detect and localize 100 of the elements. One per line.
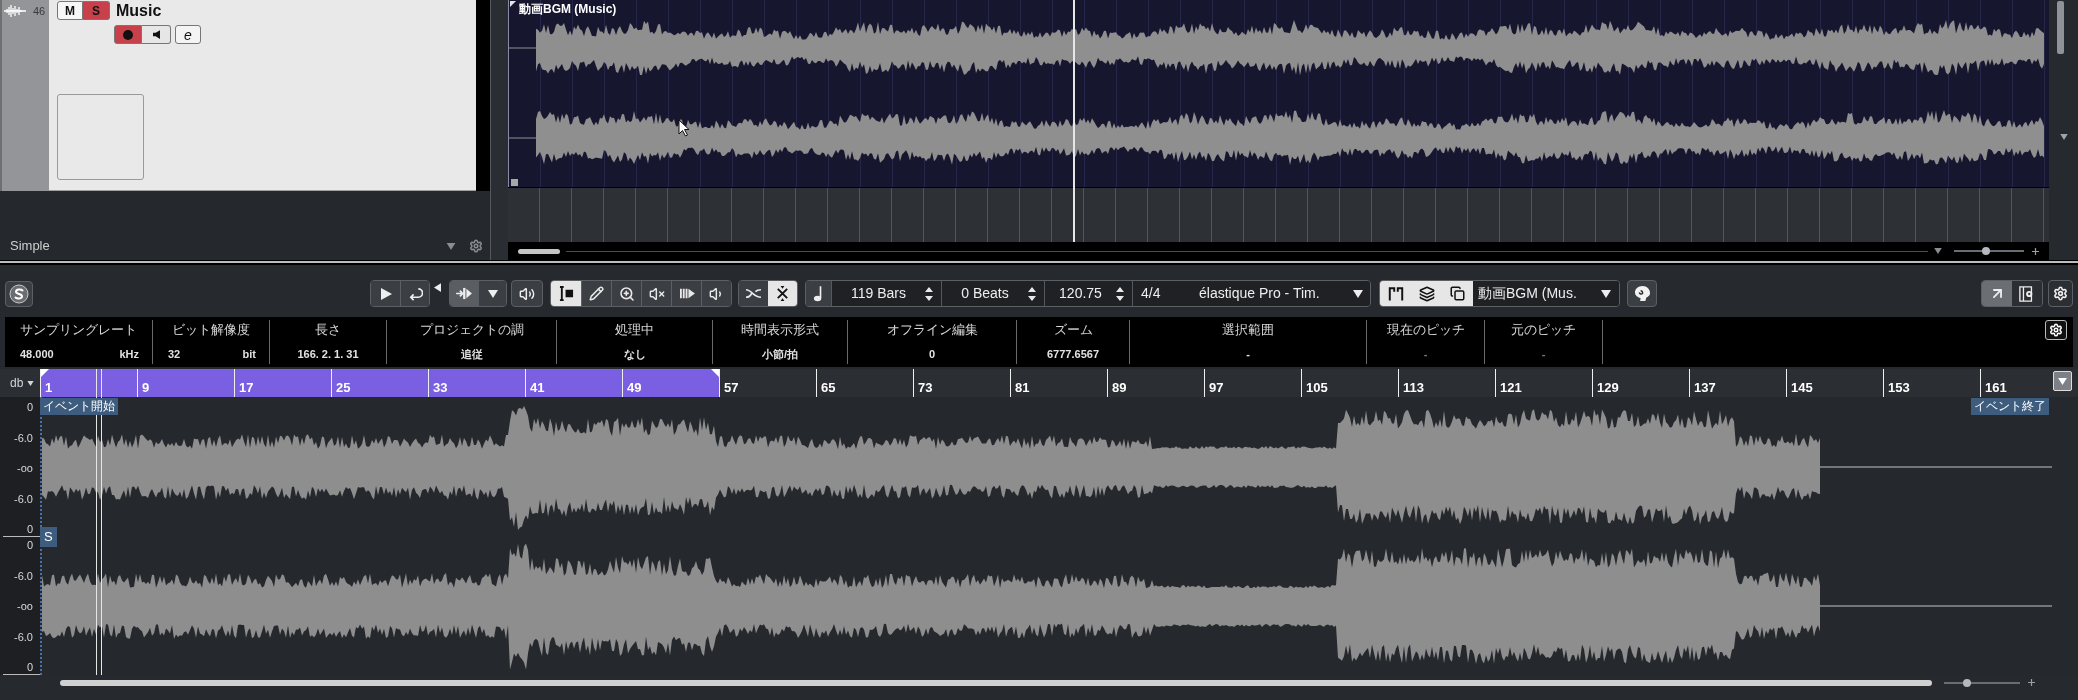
info-value: - [1246,347,1250,361]
level-label: -oo [17,461,33,475]
scrollbar-thumb[interactable] [518,248,560,254]
audition-button[interactable] [701,281,731,306]
algorithm-dropdown[interactable]: élastique Pro - Tim. [1177,281,1370,306]
layers-icon [1418,285,1435,302]
info-value: 小節/拍 [761,347,799,361]
locator-marker-icon [711,369,719,377]
bar-number: 161 [1985,380,2007,395]
info-label: 時間表示形式 [740,322,820,338]
head-profile-icon [1633,285,1651,302]
ruler-menu-button[interactable] [2053,371,2072,391]
info-label: 長さ [314,322,342,338]
event-start-tag: イベント開始 [40,398,118,415]
record-enable-button[interactable] [114,25,142,44]
event-title: 動画BGM (Music) [519,0,617,17]
edit-channel-button[interactable]: e [175,25,201,44]
zoom-button[interactable] [611,281,641,306]
split-menu-button[interactable] [479,281,506,306]
bar-number: 33 [433,380,448,395]
info-value: 32 [168,347,181,361]
object-select-button[interactable] [551,281,581,306]
settings-icon[interactable] [469,239,483,253]
level-label: -oo [17,599,33,613]
bar-number: 145 [1791,380,1813,395]
snap-button[interactable] [768,281,797,306]
bar-number: 137 [1694,380,1716,395]
audio-waveform-icon [4,5,26,17]
settings-button[interactable] [2045,320,2067,340]
musical-mode-button[interactable] [806,281,831,306]
spin-field[interactable]: 0 Beats [941,281,1044,306]
bracket-view-button[interactable] [1380,281,1411,306]
pencil-button[interactable] [581,281,611,306]
loop-arrow-icon [407,286,423,301]
bar-number: 25 [336,380,351,395]
logo-button[interactable] [5,280,33,307]
play-icon [378,286,393,301]
crossfade-button[interactable] [739,281,768,306]
bar-number: 17 [239,380,254,395]
audio-event[interactable]: 動画BGM (Music) [508,0,2049,187]
speaker-button[interactable] [511,280,543,307]
copy-icon [1450,286,1465,301]
zoom-slider-knob[interactable] [1981,247,1990,255]
info-label: オフライン編集 [885,322,979,338]
bar-number: 9 [142,380,150,395]
bar-number: 73 [918,380,933,395]
zoom-slider[interactable] [1944,681,2020,684]
logo-icon [9,283,29,304]
dropdown-triangle-icon [2059,134,2068,140]
event-end-tag: イベント終了 [1971,398,2049,415]
info-label: 選択範囲 [1221,322,1275,338]
record-dot-icon [123,29,133,40]
event-dropdown[interactable]: 動画BGM (Mus. [1473,281,1619,306]
zoom-icon [618,285,635,302]
info-unit: bit [242,347,256,361]
spin-field[interactable]: 119 Bars [831,281,941,306]
solo-button[interactable]: S [83,1,110,20]
speaker-icon [519,285,535,302]
track-name: Music [116,1,162,20]
text-field[interactable]: 4/4 [1132,281,1177,306]
vertical-scrollbar-thumb[interactable] [2057,1,2064,54]
resize-handle-icon[interactable] [511,179,518,186]
preset-label[interactable]: Simple [10,238,50,254]
info-value: 追従 [460,347,483,361]
bar-number: 153 [1888,380,1910,395]
window-settings-button[interactable] [2012,281,2042,306]
dropdown-triangle-icon [446,242,456,250]
mute-tool-button[interactable] [641,281,671,306]
snap-point-tag[interactable]: S [40,527,57,547]
bar-number: 65 [821,380,836,395]
bar-number: 57 [724,380,739,395]
play-button[interactable] [371,281,400,306]
info-value: 6777.6567 [1047,347,1099,361]
copy-button[interactable] [1442,281,1473,306]
bar-number: 121 [1500,380,1522,395]
info-label: ズーム [1052,322,1094,338]
left-triangle-icon [434,283,441,292]
loop-button[interactable] [400,281,429,306]
head-profile-button[interactable] [1627,280,1657,307]
settings-icon [2049,323,2063,337]
level-label: -6.0 [14,629,33,644]
zoom-in-icon [2028,679,2035,686]
open-window-button[interactable] [1982,281,2012,306]
spin-field[interactable]: 120.75 [1044,281,1132,306]
settings-button[interactable] [2048,280,2073,307]
zoom-slider-knob[interactable] [1962,678,1971,687]
speaker-icon [152,30,160,39]
split-arrows-icon [456,287,473,300]
mute-button[interactable]: M [57,1,83,20]
warp-tool-button[interactable] [671,281,701,306]
track-number: 46 [33,5,46,17]
track-picture-frame[interactable] [57,94,144,180]
info-label: プロジェクトの調 [418,322,525,338]
dropdown-triangle-icon [1353,289,1363,298]
info-value: - [1423,347,1428,361]
scrollbar-thumb[interactable] [60,679,1932,686]
split-button[interactable] [450,281,479,306]
unit-dropdown[interactable]: db [0,369,40,397]
monitor-button[interactable] [142,25,171,44]
dropdown-triangle-icon [487,289,498,298]
